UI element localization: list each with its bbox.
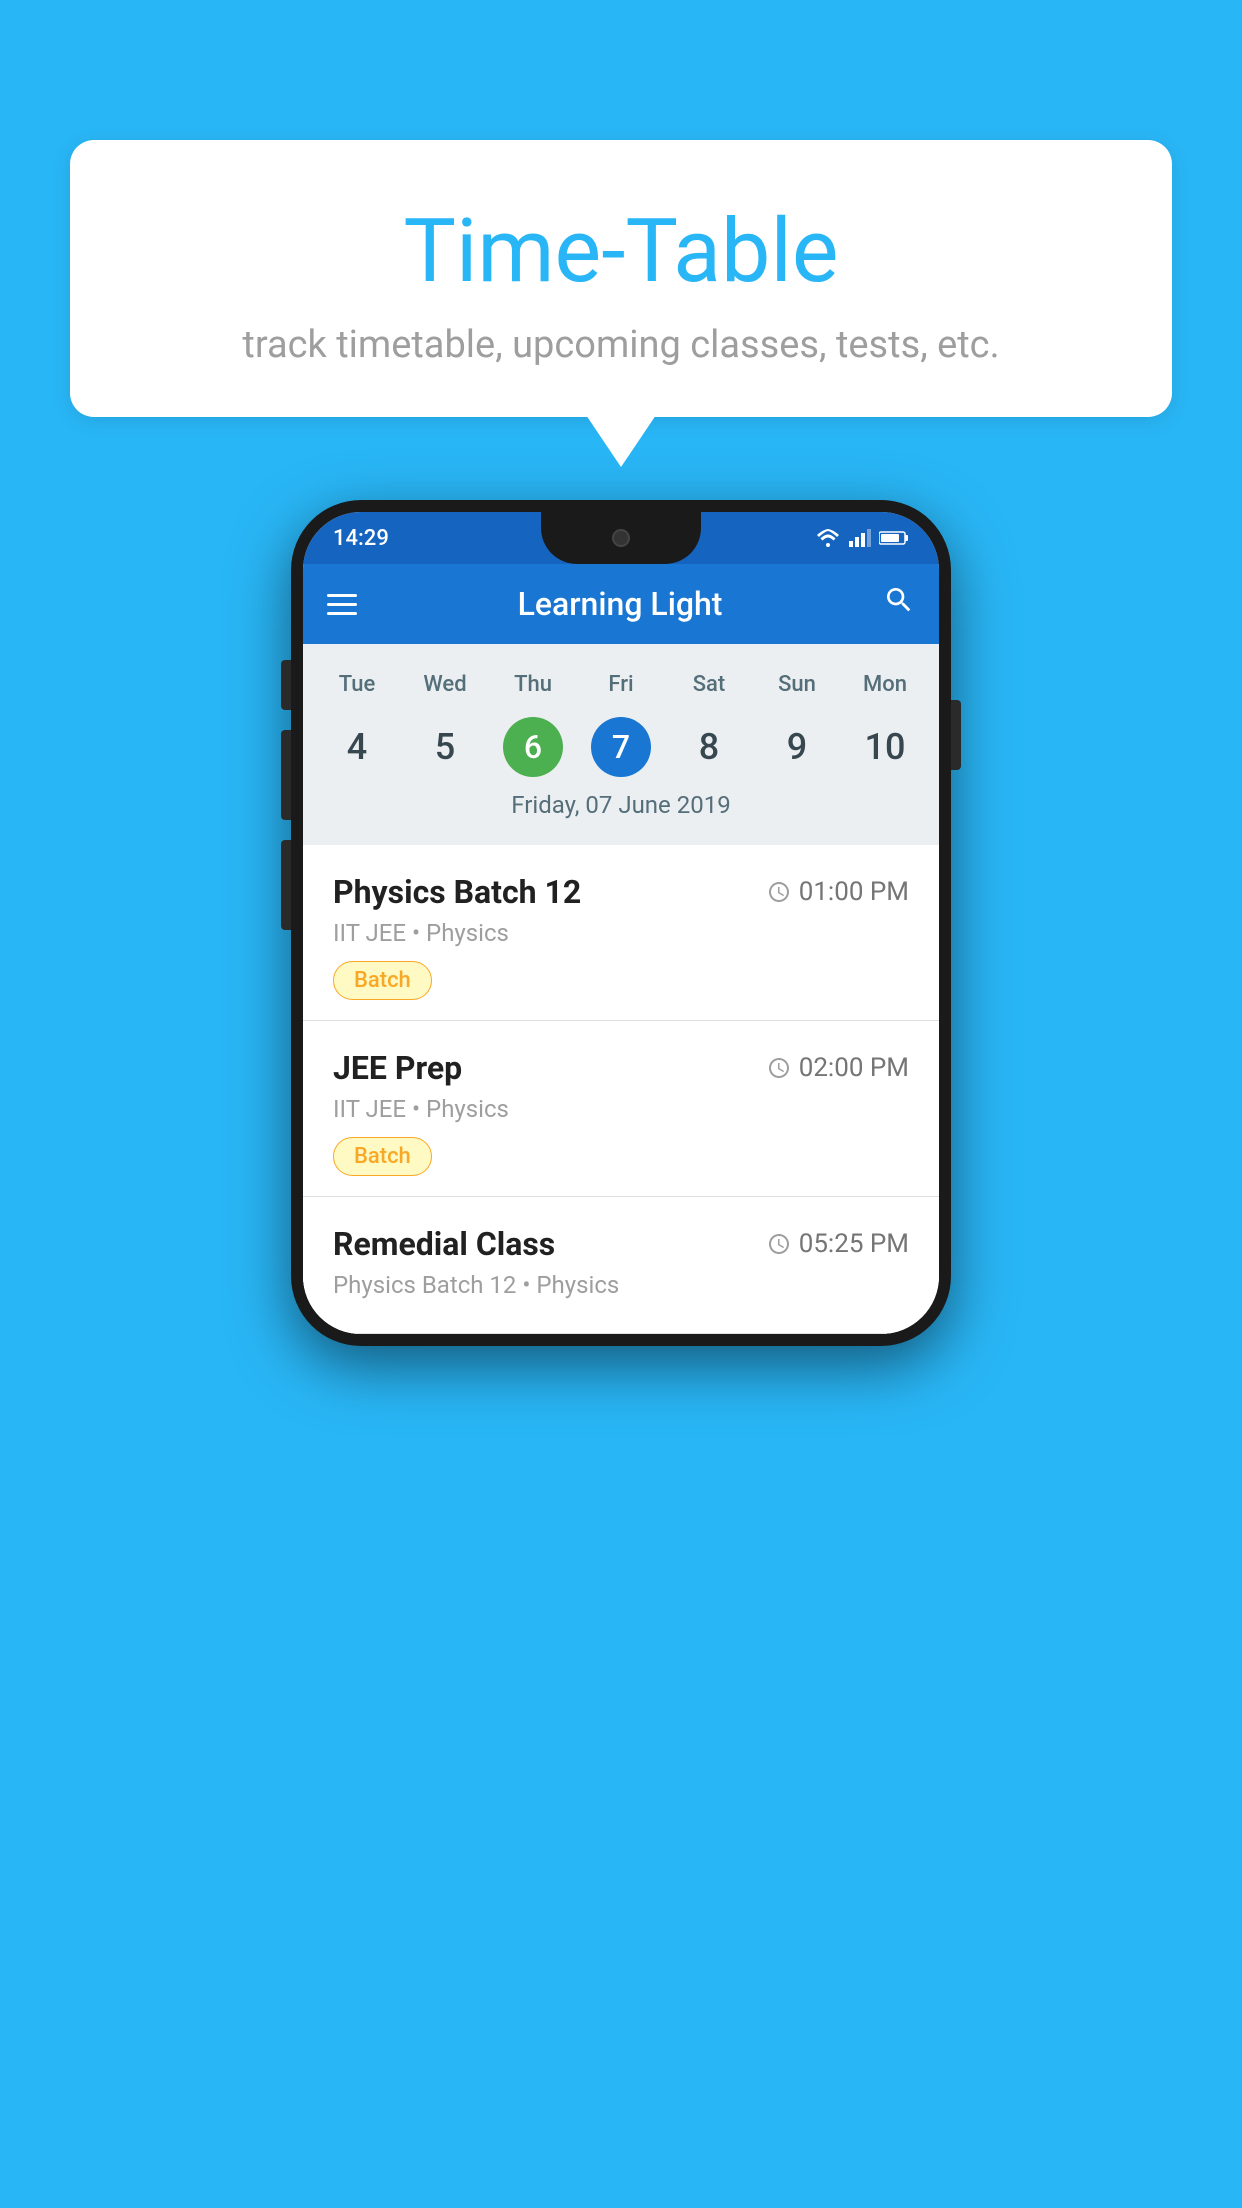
- day-header-fri: Fri: [577, 664, 665, 705]
- day-6-today[interactable]: 6: [503, 717, 563, 777]
- clock-icon-2: [767, 1056, 791, 1080]
- day-headers: Tue Wed Thu Fri Sat Sun Mon: [303, 664, 939, 705]
- schedule-item-2-time: 02:00 PM: [767, 1053, 909, 1083]
- day-header-tue: Tue: [313, 664, 401, 705]
- schedule-item-3[interactable]: Remedial Class 05:25 PM Physics Batch 12…: [303, 1197, 939, 1334]
- speech-bubble: Time-Table track timetable, upcoming cla…: [70, 140, 1172, 417]
- power-button: [951, 700, 961, 770]
- day-10[interactable]: 10: [841, 713, 929, 781]
- schedule-item-3-header: Remedial Class 05:25 PM: [333, 1225, 909, 1263]
- bubble-subtitle: track timetable, upcoming classes, tests…: [110, 323, 1132, 367]
- clock-icon-3: [767, 1232, 791, 1256]
- schedule-item-2-tag: Batch: [333, 1137, 432, 1176]
- selected-date-label: Friday, 07 June 2019: [303, 781, 939, 835]
- menu-button[interactable]: [327, 594, 357, 615]
- phone-container: 14:29: [291, 500, 951, 1346]
- day-header-thu: Thu: [489, 664, 577, 705]
- schedule-item-2[interactable]: JEE Prep 02:00 PM IIT JEE • Physics Batc…: [303, 1021, 939, 1197]
- phone-screen: 14:29: [303, 512, 939, 1334]
- schedule-item-2-title: JEE Prep: [333, 1049, 462, 1087]
- wifi-icon: [815, 529, 841, 547]
- phone-frame: 14:29: [291, 500, 951, 1346]
- schedule-item-3-time: 05:25 PM: [767, 1229, 909, 1259]
- signal-icon: [849, 529, 871, 547]
- schedule-item-1[interactable]: Physics Batch 12 01:00 PM IIT JEE • Phys…: [303, 845, 939, 1021]
- day-header-wed: Wed: [401, 664, 489, 705]
- day-5[interactable]: 5: [401, 713, 489, 781]
- schedule-item-1-tag: Batch: [333, 961, 432, 1000]
- schedule-item-3-subtitle: Physics Batch 12 • Physics: [333, 1271, 909, 1299]
- status-bar: 14:29: [303, 512, 939, 564]
- day-9[interactable]: 9: [753, 713, 841, 781]
- search-button[interactable]: [883, 584, 915, 624]
- speech-bubble-container: Time-Table track timetable, upcoming cla…: [70, 140, 1172, 417]
- bubble-title: Time-Table: [110, 200, 1132, 303]
- schedule-item-2-header: JEE Prep 02:00 PM: [333, 1049, 909, 1087]
- status-time: 14:29: [333, 526, 389, 551]
- calendar-section: Tue Wed Thu Fri Sat Sun Mon 4 5 6 7 8 9 …: [303, 644, 939, 845]
- clock-icon-1: [767, 880, 791, 904]
- day-4[interactable]: 4: [313, 713, 401, 781]
- schedule-item-1-subtitle: IIT JEE • Physics: [333, 919, 909, 947]
- schedule-item-1-time: 01:00 PM: [767, 877, 909, 907]
- schedule-item-3-title: Remedial Class: [333, 1225, 555, 1263]
- silent-button: [281, 660, 291, 710]
- day-8[interactable]: 8: [665, 713, 753, 781]
- app-bar: Learning Light: [303, 564, 939, 644]
- app-title: Learning Light: [518, 585, 723, 623]
- schedule-list: Physics Batch 12 01:00 PM IIT JEE • Phys…: [303, 845, 939, 1334]
- notch: [541, 512, 701, 564]
- volume-up-button: [281, 730, 291, 820]
- day-header-mon: Mon: [841, 664, 929, 705]
- battery-icon: [879, 530, 909, 546]
- camera: [612, 529, 630, 547]
- day-header-sun: Sun: [753, 664, 841, 705]
- schedule-item-2-subtitle: IIT JEE • Physics: [333, 1095, 909, 1123]
- day-7-selected[interactable]: 7: [591, 717, 651, 777]
- schedule-item-1-title: Physics Batch 12: [333, 873, 581, 911]
- day-header-sat: Sat: [665, 664, 753, 705]
- day-numbers: 4 5 6 7 8 9 10: [303, 713, 939, 781]
- schedule-item-1-header: Physics Batch 12 01:00 PM: [333, 873, 909, 911]
- status-icons: [815, 529, 909, 547]
- volume-down-button: [281, 840, 291, 930]
